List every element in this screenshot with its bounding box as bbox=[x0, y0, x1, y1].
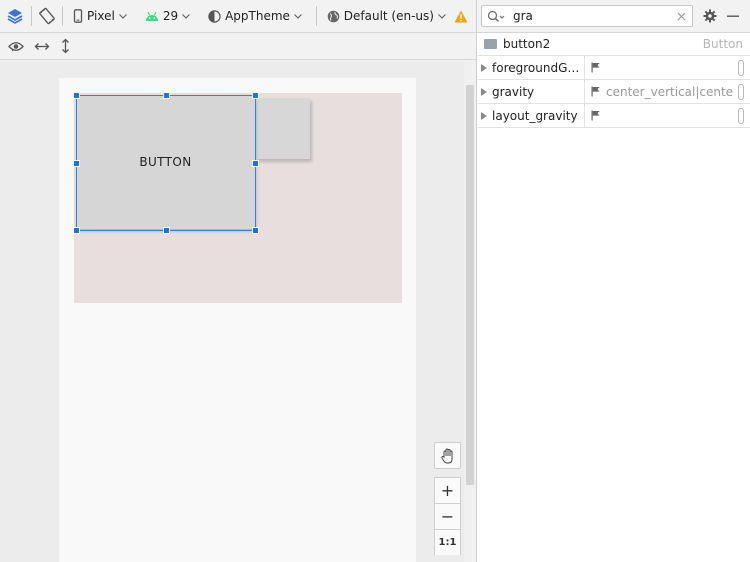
component-id: button2 bbox=[503, 37, 551, 51]
zoom-controls: + − 1:1 bbox=[434, 442, 461, 555]
attributes-panel: button2 Button foregroundGravity gravity… bbox=[476, 0, 750, 562]
editor-subtoolbar bbox=[0, 33, 476, 60]
theme-label: AppTheme bbox=[225, 9, 290, 23]
android-icon bbox=[145, 11, 158, 21]
button-widget[interactable]: BUTTON bbox=[76, 95, 255, 229]
expand-triangle-icon[interactable] bbox=[481, 63, 487, 72]
globe-icon bbox=[327, 10, 340, 22]
toolbar-separator bbox=[62, 6, 64, 26]
phone-icon bbox=[73, 9, 83, 23]
vertical-resize-icon[interactable] bbox=[60, 38, 71, 54]
attribute-name: gravity bbox=[492, 84, 535, 99]
clear-search-icon[interactable] bbox=[677, 12, 686, 21]
hand-icon bbox=[440, 447, 452, 463]
attributes-search-box[interactable] bbox=[481, 5, 693, 27]
pan-button[interactable] bbox=[434, 442, 461, 469]
attribute-value-toggle[interactable] bbox=[738, 59, 744, 76]
attribute-row-gravity[interactable]: gravity center_vertical|center_horizonta… bbox=[477, 79, 750, 104]
toolbar-separator bbox=[31, 6, 32, 26]
chevron-down-icon bbox=[182, 13, 191, 19]
button-shadow-preview[interactable] bbox=[255, 98, 310, 159]
zoom-out-button[interactable]: − bbox=[434, 503, 461, 529]
attribute-name-cell: gravity bbox=[477, 79, 585, 104]
attribute-row-foregroundgravity[interactable]: foregroundGravity bbox=[477, 55, 750, 80]
search-icon bbox=[487, 10, 505, 22]
flag-icon[interactable] bbox=[591, 62, 600, 73]
locale-label: Default (en-us) bbox=[343, 9, 434, 23]
api-level-dropdown[interactable]: 29 bbox=[141, 4, 198, 28]
device-dropdown[interactable]: Pixel bbox=[69, 4, 135, 28]
attribute-value: center_vertical|center_horizontal bbox=[606, 84, 734, 99]
attribute-value-toggle[interactable] bbox=[738, 83, 744, 100]
theme-icon bbox=[208, 9, 221, 23]
warning-icon[interactable] bbox=[454, 4, 468, 28]
attribute-name-cell: foregroundGravity bbox=[477, 55, 585, 80]
selected-component-row: button2 Button bbox=[477, 33, 750, 56]
editor-toolbar: Pixel 29 AppTheme Default (en-us) bbox=[0, 0, 476, 33]
attribute-row-layout-gravity[interactable]: layout_gravity bbox=[477, 103, 750, 128]
eye-icon[interactable] bbox=[8, 41, 24, 52]
attribute-value-cell[interactable]: center_vertical|center_horizontal bbox=[585, 80, 750, 104]
chevron-down-icon bbox=[118, 13, 127, 19]
attribute-name: foregroundGravity bbox=[492, 60, 584, 75]
component-type: Button bbox=[702, 37, 743, 51]
orientation-icon[interactable] bbox=[38, 4, 56, 28]
horizontal-resize-icon[interactable] bbox=[34, 41, 50, 52]
flag-icon[interactable] bbox=[591, 86, 600, 97]
attributes-search-input[interactable] bbox=[513, 9, 677, 23]
button-component-icon bbox=[484, 39, 497, 49]
flag-icon[interactable] bbox=[591, 110, 600, 121]
chevron-down-icon bbox=[438, 13, 446, 19]
scrollbar-thumb[interactable] bbox=[466, 85, 474, 485]
layout-editor: Pixel 29 AppTheme Default (en-us) BUTTON… bbox=[0, 0, 476, 562]
device-label: Pixel bbox=[87, 9, 115, 23]
attributes-search-row bbox=[477, 0, 750, 33]
gear-icon[interactable] bbox=[703, 9, 717, 23]
zoom-in-button[interactable]: + bbox=[434, 477, 461, 503]
api-level-label: 29 bbox=[162, 9, 179, 23]
design-canvas[interactable]: BUTTON bbox=[0, 61, 464, 562]
layers-icon[interactable] bbox=[5, 4, 25, 28]
expand-triangle-icon[interactable] bbox=[481, 87, 487, 96]
attribute-name: layout_gravity bbox=[492, 108, 578, 123]
toolbar-separator bbox=[315, 6, 317, 26]
attribute-name-cell: layout_gravity bbox=[477, 103, 585, 128]
locale-dropdown[interactable]: Default (en-us) bbox=[323, 4, 454, 28]
zoom-actual-size-button[interactable]: 1:1 bbox=[434, 529, 461, 555]
expand-triangle-icon[interactable] bbox=[481, 111, 487, 120]
layout-viewgroup[interactable]: BUTTON bbox=[73, 92, 402, 303]
attribute-value-toggle[interactable] bbox=[738, 107, 744, 124]
attribute-value-cell[interactable] bbox=[585, 104, 750, 128]
canvas-scrollbar[interactable] bbox=[464, 61, 476, 562]
theme-dropdown[interactable]: AppTheme bbox=[204, 4, 310, 28]
minimize-icon[interactable] bbox=[727, 15, 739, 18]
button-widget-label: BUTTON bbox=[139, 155, 192, 169]
chevron-down-icon bbox=[294, 13, 302, 19]
device-screen[interactable]: BUTTON bbox=[59, 78, 416, 562]
attribute-value-cell[interactable] bbox=[585, 56, 750, 80]
